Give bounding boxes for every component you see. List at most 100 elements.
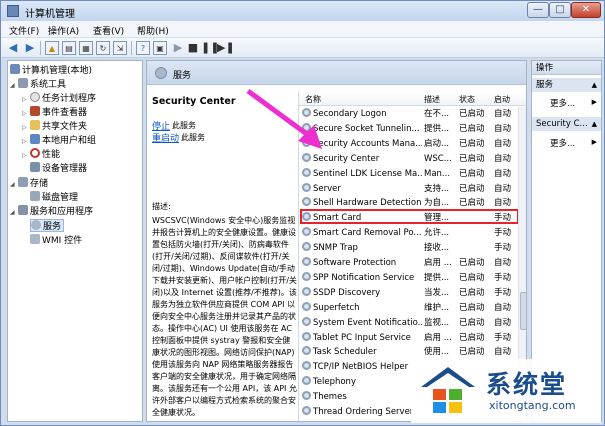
console-icon[interactable]: ▣: [153, 41, 167, 55]
back-icon[interactable]: ◀: [6, 41, 20, 55]
forward-icon[interactable]: ▶: [23, 41, 37, 55]
tree-item-computer-management[interactable]: 计算机管理(本地): [10, 64, 92, 77]
table-row[interactable]: System Event Notificatio... 监视... 已启动 自动: [299, 316, 521, 330]
tree-item-services-applications[interactable]: ◢ 服务和应用程序: [10, 205, 93, 218]
table-row[interactable]: Task Scheduler 使用... 已启动 自动: [299, 346, 521, 359]
actions-section-security-center[interactable]: Security C... ▲: [532, 117, 601, 131]
tree-item-wmi-control[interactable]: WMI 控件: [30, 234, 82, 247]
service-status-cell: 已启动: [459, 302, 485, 313]
table-row[interactable]: Superfetch 维护... 已启动 自动: [299, 301, 521, 315]
tree-item-event-viewer[interactable]: ▷ 事件查看器: [22, 106, 87, 119]
gear-icon: [302, 227, 311, 237]
watermark-house-logo: [421, 367, 475, 413]
tree-item-services[interactable]: 服务: [30, 219, 65, 232]
gear-icon: [302, 271, 311, 281]
table-row[interactable]: Sentinel LDK License Ma... Man... 已启动 自动: [299, 167, 521, 181]
table-row[interactable]: SNMP Trap 接收... 手动: [299, 242, 521, 255]
tree-item-local-users-groups[interactable]: ▷ 本地用户和组: [22, 134, 96, 147]
service-description-cell: WSC...: [424, 153, 452, 164]
service-startup-cell: 手动: [494, 287, 512, 298]
restart-service-link[interactable]: 重启动: [152, 131, 179, 144]
service-status-cell: 已启动: [459, 123, 485, 134]
event-viewer-icon: [30, 106, 40, 116]
table-row[interactable]: Secure Socket Tunnelin... 提供... 已启动 自动: [299, 122, 521, 136]
service-name: Task Scheduler: [313, 347, 377, 358]
tree-item-storage[interactable]: ◢ 存储: [10, 177, 48, 190]
gear-icon: [302, 197, 311, 207]
menu-help[interactable]: 帮助(H): [137, 24, 169, 37]
show-hide-tree-icon[interactable]: ▤: [62, 41, 76, 55]
submenu-arrow-icon: ▶: [591, 138, 597, 146]
maximize-button[interactable]: □: [549, 2, 571, 18]
service-description-cell: 启用 ...: [424, 332, 452, 343]
more-actions-security-center[interactable]: 更多...: [550, 137, 575, 149]
tree-item-system-tools[interactable]: ◢ 系统工具: [10, 78, 66, 91]
restart-service-suffix: 此服务: [181, 133, 205, 142]
refresh-icon[interactable]: ↻: [96, 41, 110, 55]
close-button[interactable]: ✕: [571, 2, 601, 18]
export-list-icon[interactable]: ⇲: [113, 41, 127, 55]
service-name-cell: Sentinel LDK License Ma...: [302, 167, 422, 181]
service-description-cell: 监视...: [424, 317, 450, 328]
collapse-arrow-icon: ▲: [591, 81, 597, 89]
menu-bar: 文件(F) 操作(A) 查看(V) 帮助(H): [1, 21, 604, 38]
gear-icon: [302, 376, 311, 386]
service-startup-cell: 手动: [494, 228, 512, 239]
services-header-title: 服务: [173, 71, 192, 81]
service-name-cell: TCP/IP NetBIOS Helper: [302, 361, 422, 374]
table-row[interactable]: Tablet PC Input Service 启用 ... 已启动 手动: [299, 331, 521, 345]
service-name-cell: SPP Notification Service: [302, 271, 422, 285]
table-row[interactable]: Secondary Logon 在不... 已启动 自动: [299, 108, 521, 121]
service-description-cell: 使用...: [424, 347, 450, 358]
menu-action[interactable]: 操作(A): [48, 24, 79, 37]
toolbar-divider: [40, 41, 41, 55]
tree-item-performance[interactable]: ▷ 性能: [22, 148, 60, 161]
menu-view[interactable]: 查看(V): [93, 24, 124, 37]
service-startup-cell: 自动: [494, 302, 512, 313]
table-row[interactable]: Smart Card Removal Po... 允许... 手动: [299, 227, 521, 240]
services-header: 服务: [147, 61, 526, 85]
navigation-tree: 计算机管理(本地) ◢ 系统工具 ▷ 任务计划程序 ▷ 事件查看器 ▷ 共享文件夹 ▷ 本…: [7, 60, 143, 422]
column-description[interactable]: 描述: [424, 94, 440, 105]
service-status-cell: 已启动: [459, 183, 485, 194]
actions-section-services[interactable]: 服务 ▲: [532, 78, 601, 92]
stop-service-icon[interactable]: ■: [186, 41, 200, 55]
service-startup-cell: 自动: [494, 123, 512, 134]
more-actions-services[interactable]: 更多...: [550, 97, 575, 109]
service-name-cell: Tablet PC Input Service: [302, 331, 422, 345]
stop-service-suffix: 此服务: [172, 121, 196, 130]
table-row[interactable]: SPP Notification Service 提供... 已启动 手动: [299, 271, 521, 285]
tree-item-shared-folders[interactable]: ▷ 共享文件夹: [22, 120, 87, 133]
gear-icon: [302, 391, 311, 401]
collapsed-arrow-icon: ▷: [22, 96, 27, 103]
service-startup-cell: 自动: [494, 168, 512, 179]
column-status[interactable]: 状态: [459, 94, 475, 105]
service-description-cell: 当发...: [424, 287, 450, 298]
table-row[interactable]: Security Center WSC... 已启动 自动: [299, 152, 521, 166]
menu-file[interactable]: 文件(F): [9, 24, 39, 37]
column-startup-type[interactable]: 启动: [494, 94, 510, 105]
table-row[interactable]: SSDP Discovery 当发... 已启动 手动: [299, 286, 521, 300]
service-name: Tablet PC Input Service: [313, 332, 411, 343]
clock-icon: [30, 92, 40, 102]
gear-icon: [302, 406, 311, 415]
table-row[interactable]: Security Accounts Mana... 启动... 已启动 自动: [299, 137, 521, 151]
tree-item-disk-management[interactable]: 磁盘管理: [30, 191, 78, 204]
service-startup-cell: 自动: [494, 183, 512, 194]
help-icon[interactable]: ?: [136, 41, 150, 55]
table-row[interactable]: Software Protection 启用 ... 已启动 自动: [299, 257, 521, 270]
table-row[interactable]: Server 支持... 已启动 自动: [299, 182, 521, 196]
watermark-url: xitongtang.com: [489, 399, 576, 412]
service-status-cell: 已启动: [459, 332, 485, 343]
properties-icon[interactable]: ▦: [79, 41, 93, 55]
toolbar-divider: [131, 41, 132, 55]
scrollbar-thumb[interactable]: [520, 292, 526, 330]
up-folder-icon[interactable]: ▲: [45, 41, 59, 55]
start-service-icon[interactable]: ▶: [171, 41, 185, 55]
minimize-button[interactable]: —: [527, 2, 549, 18]
gear-icon: [302, 167, 311, 177]
tree-item-task-scheduler[interactable]: ▷ 任务计划程序: [22, 92, 96, 105]
restart-service-icon[interactable]: ▶❚: [217, 41, 235, 55]
tree-item-device-manager[interactable]: 设备管理器: [30, 162, 87, 175]
pause-service-icon[interactable]: ❚❚: [201, 41, 219, 55]
